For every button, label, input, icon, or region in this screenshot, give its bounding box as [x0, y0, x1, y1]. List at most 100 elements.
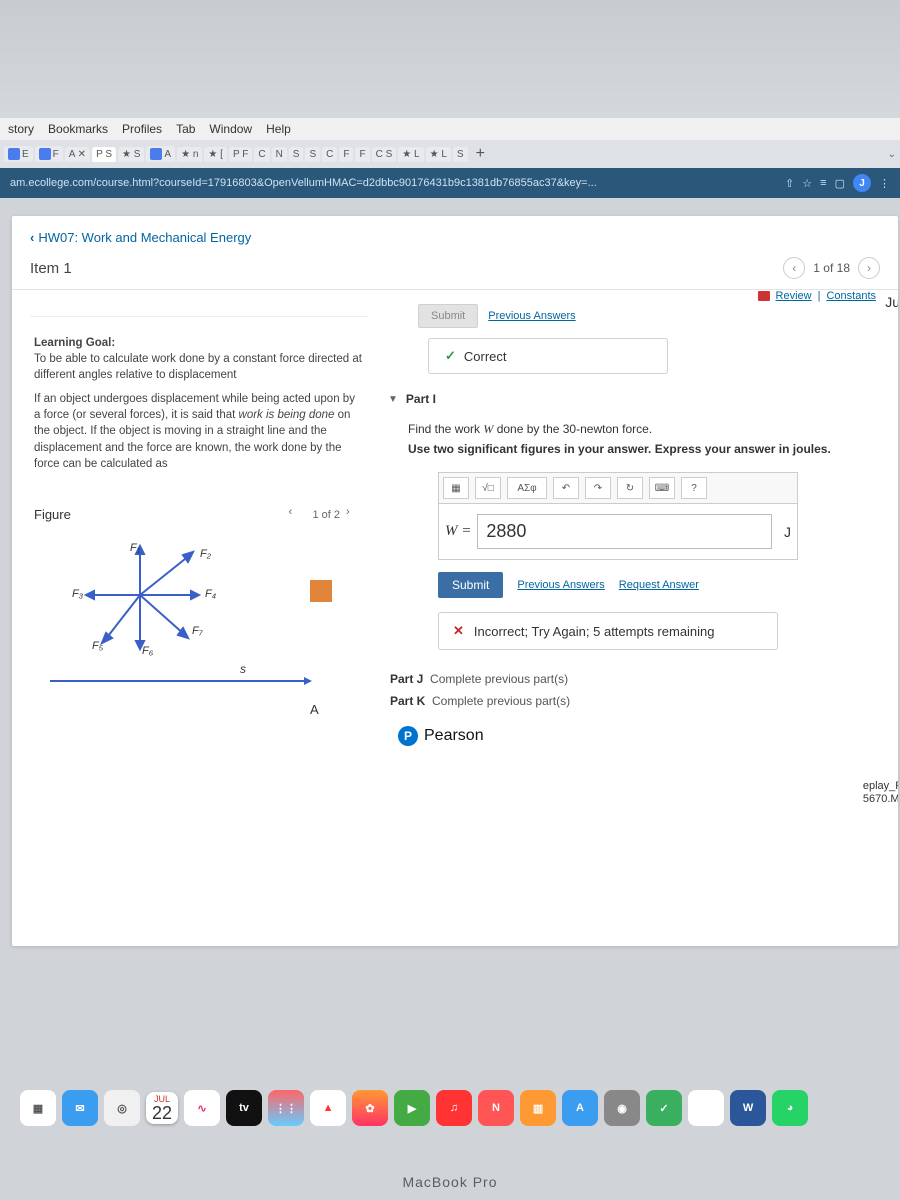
figure-pager: ‹ 1 of 2 › [288, 506, 364, 524]
answer-input[interactable] [477, 514, 772, 549]
dock-news-icon[interactable]: N [478, 1090, 514, 1126]
pearson-brand: P Pearson [398, 726, 888, 746]
dock-appstore-icon[interactable]: ▲ [310, 1090, 346, 1126]
url-text: am.ecollege.com/course.html?courseId=179… [10, 177, 777, 189]
prev-figure-button[interactable]: ‹ [288, 506, 306, 524]
browser-tab[interactable]: A ✕ [65, 147, 90, 162]
browser-tab[interactable]: F [35, 146, 63, 162]
breadcrumb[interactable]: HW07: Work and Mechanical Energy [12, 216, 898, 251]
sqrt-icon[interactable]: √□ [475, 477, 501, 499]
figure-diagram: F₁ F₂ F₃ F₄ F₅ F₆ F₇ s A [30, 540, 368, 730]
dock-freeform-icon[interactable]: ∿ [184, 1090, 220, 1126]
force-label: F₁ [130, 542, 140, 554]
tab-overflow-icon[interactable]: ⌄ [888, 149, 896, 160]
keyboard-icon[interactable]: ⌨ [649, 477, 675, 499]
dock-chrome-icon[interactable]: ◯ [688, 1090, 724, 1126]
dock-app-icon[interactable]: ⋮⋮ [268, 1090, 304, 1126]
browser-tab[interactable]: F [355, 147, 369, 162]
force-label: F₆ [142, 645, 153, 657]
dock-calendar-icon[interactable]: JUL 22 [146, 1092, 178, 1124]
dock-whatsapp-icon[interactable]: ◕ [772, 1090, 808, 1126]
menu-item[interactable]: Window [209, 122, 252, 136]
dock-mail-icon[interactable]: ✉ [62, 1090, 98, 1126]
browser-tab[interactable]: P S [92, 147, 116, 162]
previous-answers-link[interactable]: Previous Answers [488, 310, 575, 322]
x-icon: ✕ [453, 623, 464, 639]
menu-item[interactable]: Bookmarks [48, 122, 108, 136]
browser-tab[interactable]: P F [229, 147, 252, 162]
browser-tab[interactable]: ★ S [118, 147, 144, 162]
menu-item[interactable]: Help [266, 122, 291, 136]
constants-link[interactable]: Constants [826, 290, 876, 302]
dock-word-icon[interactable]: W [730, 1090, 766, 1126]
browser-tab[interactable]: ★ L [426, 147, 451, 162]
browser-tab[interactable]: S [289, 147, 304, 162]
prev-item-button[interactable]: ‹ [783, 257, 805, 279]
templates-icon[interactable]: ▦ [443, 477, 469, 499]
browser-tab[interactable]: ★ [ [204, 147, 227, 162]
greek-symbols-button[interactable]: ΑΣφ [507, 477, 547, 499]
kebab-icon[interactable]: ⋮ [879, 177, 890, 190]
dock-app-icon[interactable]: ✓ [646, 1090, 682, 1126]
mac-menu-bar[interactable]: story Bookmarks Profiles Tab Window Help [0, 118, 900, 140]
dock-books-icon[interactable]: ▥ [520, 1090, 556, 1126]
menu-item[interactable]: Profiles [122, 122, 162, 136]
mac-dock[interactable]: ▦ ✉ ◎ JUL 22 ∿ tv ⋮⋮ ▲ ✿ ▶ ♫ N ▥ A ◉ ✓ ◯… [20, 1084, 900, 1132]
menu-item[interactable]: story [8, 122, 34, 136]
previous-answers-link[interactable]: Previous Answers [517, 579, 604, 591]
browser-tab[interactable]: C [322, 147, 337, 162]
reader-icon[interactable]: ≡ [820, 177, 826, 189]
displacement-axis [50, 680, 310, 682]
browser-tab[interactable]: S [305, 147, 320, 162]
dock-facetime-icon[interactable]: ▶ [394, 1090, 430, 1126]
browser-tab[interactable]: F [339, 147, 353, 162]
menu-item[interactable]: Tab [176, 122, 195, 136]
browser-tab-strip[interactable]: E F A ✕ P S ★ S A ★ n ★ [ P F C N S S C … [0, 140, 900, 168]
browser-tab[interactable]: C S [372, 147, 397, 162]
learning-goal-box: Learning Goal: To be able to calculate w… [30, 316, 368, 476]
unit-label: J [784, 524, 791, 540]
dock-settings-icon[interactable]: ◉ [604, 1090, 640, 1126]
dock-appstore2-icon[interactable]: A [562, 1090, 598, 1126]
browser-tab[interactable]: S [453, 147, 468, 162]
review-link[interactable]: Review [776, 290, 812, 302]
tab-favicon [150, 148, 162, 160]
dock-music-icon[interactable]: ♫ [436, 1090, 472, 1126]
profile-badge[interactable]: J [853, 174, 871, 192]
next-figure-button[interactable]: › [346, 506, 364, 524]
browser-address-bar[interactable]: am.ecollege.com/course.html?courseId=179… [0, 168, 900, 198]
s-label: s [240, 662, 246, 676]
new-tab-button[interactable]: + [470, 145, 491, 163]
browser-tab[interactable]: C [254, 147, 269, 162]
help-icon[interactable]: ? [681, 477, 707, 499]
item-pager: ‹ 1 of 18 › [783, 257, 880, 279]
browser-tab[interactable]: ★ L [398, 147, 423, 162]
star-icon[interactable]: ☆ [802, 177, 812, 190]
share-icon[interactable]: ⇧ [785, 177, 794, 190]
dock-launchpad-icon[interactable]: ▦ [20, 1090, 56, 1126]
browser-tab[interactable]: E [4, 146, 33, 162]
flag-icon[interactable] [758, 291, 770, 301]
next-item-button[interactable]: › [858, 257, 880, 279]
instruction-line-1: Find the work W done by the 30-newton fo… [408, 420, 888, 438]
tab-favicon [8, 148, 20, 160]
check-icon: ✓ [445, 348, 456, 364]
item-title: Item 1 [30, 260, 72, 277]
redo-icon[interactable]: ↷ [585, 477, 611, 499]
browser-tab[interactable]: A [146, 146, 175, 162]
browser-tab[interactable]: ★ n [177, 147, 202, 162]
dock-photos-icon[interactable]: ✿ [352, 1090, 388, 1126]
learning-goal-text: To be able to calculate work done by a c… [34, 351, 364, 383]
dock-safari-icon[interactable]: ◎ [104, 1090, 140, 1126]
submit-button[interactable]: Submit [438, 572, 503, 598]
part-header[interactable]: ▼ Part I [388, 392, 888, 406]
force-label: F₃ [72, 588, 83, 600]
pearson-logo-icon: P [398, 726, 418, 746]
figure-label: Figure [34, 507, 71, 522]
undo-icon[interactable]: ↶ [553, 477, 579, 499]
browser-tab[interactable]: N [272, 147, 287, 162]
request-answer-link[interactable]: Request Answer [619, 579, 699, 591]
extension-icon[interactable]: ▢ [835, 177, 845, 190]
dock-tv-icon[interactable]: tv [226, 1090, 262, 1126]
reset-icon[interactable]: ↻ [617, 477, 643, 499]
